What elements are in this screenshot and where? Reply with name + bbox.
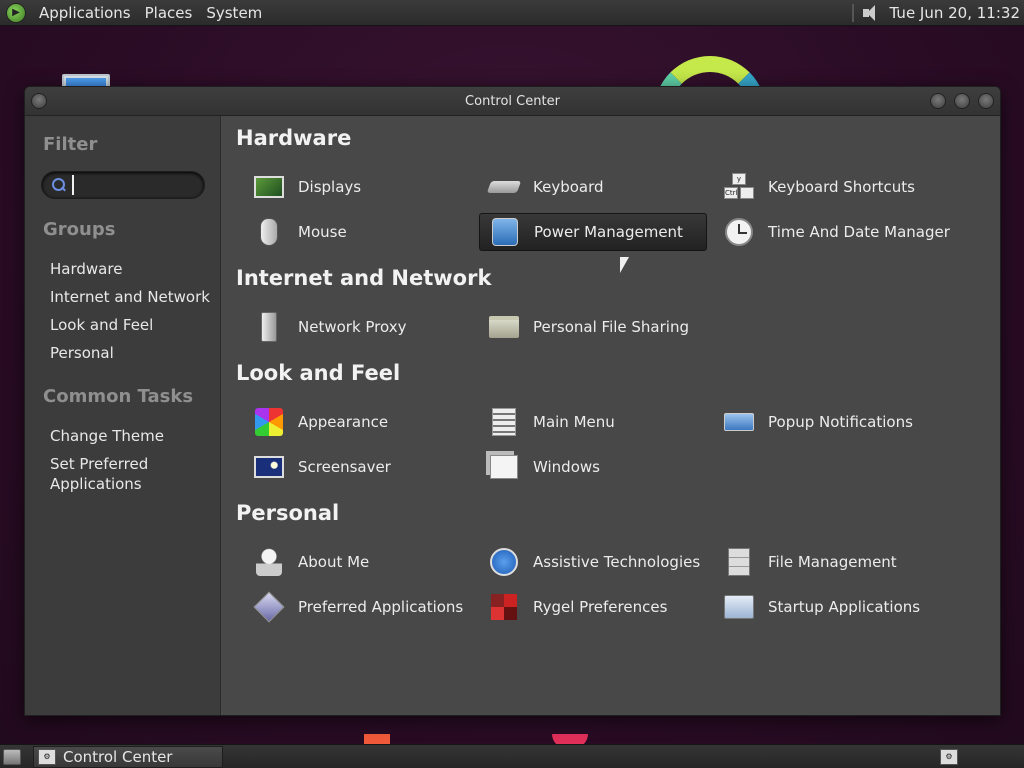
windows-icon: [487, 450, 521, 484]
item-preferred-applications[interactable]: Preferred Applications: [244, 588, 472, 626]
startup-applications-icon: [722, 590, 756, 624]
item-file-management[interactable]: File Management: [714, 543, 942, 581]
item-keyboard[interactable]: Keyboard: [479, 168, 707, 206]
mouse-icon: [252, 215, 286, 249]
groups-heading: Groups: [43, 219, 116, 240]
section-title-look-and-feel: Look and Feel: [236, 361, 401, 385]
item-label: File Management: [768, 553, 897, 571]
keyboard-icon: [486, 170, 522, 204]
item-label: Windows: [533, 458, 600, 476]
search-input[interactable]: [72, 175, 197, 195]
network-proxy-icon: [252, 310, 286, 344]
item-label: Preferred Applications: [298, 598, 464, 616]
item-label: Power Management: [534, 223, 683, 241]
power-management-icon: [488, 215, 522, 249]
section-title-personal: Personal: [236, 501, 340, 525]
group-link-look-and-feel[interactable]: Look and Feel: [50, 315, 210, 335]
window-menu-button[interactable]: [31, 93, 47, 109]
task-link-set-preferred-applications[interactable]: Set Preferred Applications: [50, 454, 210, 494]
item-rygel-preferences[interactable]: Rygel Preferences: [479, 588, 707, 626]
item-about-me[interactable]: About Me: [244, 543, 472, 581]
item-appearance[interactable]: Appearance: [244, 403, 472, 441]
appearance-icon: [252, 405, 286, 439]
common-tasks-heading: Common Tasks: [43, 386, 194, 407]
sidebar: Filter Groups Hardware Internet and Netw…: [25, 116, 221, 715]
item-label: Startup Applications: [768, 598, 921, 616]
taskbar-button-control-center[interactable]: ⚙ Control Center: [33, 745, 223, 768]
places-menu[interactable]: Places: [138, 4, 200, 22]
item-label: Mouse: [298, 223, 347, 241]
item-label: Main Menu: [533, 413, 615, 431]
search-icon: [52, 178, 66, 192]
control-center-window: Control Center Filter Groups Hardware In…: [24, 86, 1001, 716]
taskbar-button-label: Control Center: [63, 747, 173, 766]
close-button[interactable]: [978, 93, 994, 109]
main-menu-icon: [487, 405, 521, 439]
system-menu[interactable]: System: [199, 4, 269, 22]
clock-icon: [722, 215, 756, 249]
item-power-management[interactable]: Power Management: [479, 213, 707, 251]
item-popup-notifications[interactable]: Popup Notifications: [714, 403, 942, 441]
item-keyboard-shortcuts[interactable]: y Ctrl Keyboard Shortcuts: [714, 168, 942, 206]
item-label: Network Proxy: [298, 318, 407, 336]
group-link-personal[interactable]: Personal: [50, 343, 210, 363]
common-tasks-list: Change Theme Set Preferred Applications: [50, 426, 210, 502]
item-displays[interactable]: Displays: [244, 168, 472, 206]
about-me-icon: [252, 545, 286, 579]
item-label: Displays: [298, 178, 362, 196]
panel-separator: [851, 3, 854, 22]
item-label: Personal File Sharing: [533, 318, 689, 336]
file-management-icon: [722, 545, 756, 579]
main-menu-logo-icon[interactable]: ▶: [6, 2, 26, 23]
item-label: Time And Date Manager: [768, 223, 950, 241]
rygel-icon: [487, 590, 521, 624]
groups-list: Hardware Internet and Network Look and F…: [50, 259, 210, 371]
item-personal-file-sharing[interactable]: Personal File Sharing: [479, 308, 707, 346]
popup-notifications-icon: [722, 405, 756, 439]
item-screensaver[interactable]: Screensaver: [244, 448, 472, 486]
item-assistive-technologies[interactable]: Assistive Technologies: [479, 543, 707, 581]
top-panel: ▶ Applications Places System Tue Jun 20,…: [0, 0, 1024, 26]
item-label: Assistive Technologies: [533, 553, 701, 571]
item-label: Appearance: [298, 413, 389, 431]
bottom-panel: ⚙ Control Center ⚙: [0, 744, 1024, 768]
item-label: Keyboard: [533, 178, 604, 196]
minimize-button[interactable]: [930, 93, 946, 109]
section-title-internet-and-network: Internet and Network: [236, 266, 492, 290]
screensaver-icon: [252, 450, 286, 484]
group-link-internet-and-network[interactable]: Internet and Network: [50, 287, 210, 307]
item-label: Popup Notifications: [768, 413, 913, 431]
workspace-switcher-icon[interactable]: ⚙: [940, 748, 958, 765]
display-icon: [252, 170, 286, 204]
search-box[interactable]: [41, 171, 205, 199]
item-label: Rygel Preferences: [533, 598, 668, 616]
clock[interactable]: Tue Jun 20, 11:32: [890, 4, 1024, 22]
item-main-menu[interactable]: Main Menu: [479, 403, 707, 441]
maximize-button[interactable]: [954, 93, 970, 109]
item-label: About Me: [298, 553, 370, 571]
item-startup-applications[interactable]: Startup Applications: [714, 588, 942, 626]
item-label: Screensaver: [298, 458, 391, 476]
control-center-icon: ⚙: [38, 748, 56, 765]
volume-icon[interactable]: [860, 3, 880, 23]
item-mouse[interactable]: Mouse: [244, 213, 472, 251]
filter-heading: Filter: [43, 134, 98, 155]
item-windows[interactable]: Windows: [479, 448, 707, 486]
item-time-and-date-manager[interactable]: Time And Date Manager: [714, 213, 950, 251]
file-sharing-icon: [487, 310, 521, 344]
applications-menu[interactable]: Applications: [32, 4, 138, 22]
section-title-hardware: Hardware: [236, 126, 352, 150]
mouse-pointer-icon: [620, 257, 629, 273]
content-area: Hardware Displays Keyboard y Ctrl Keyboar…: [222, 116, 1000, 715]
window-titlebar[interactable]: Control Center: [25, 87, 1000, 116]
item-label: Keyboard Shortcuts: [768, 178, 915, 196]
preferred-applications-icon: [252, 590, 286, 624]
accessibility-icon: [487, 545, 521, 579]
item-network-proxy[interactable]: Network Proxy: [244, 308, 472, 346]
group-link-hardware[interactable]: Hardware: [50, 259, 210, 279]
window-title: Control Center: [465, 93, 560, 109]
keyboard-shortcuts-icon: y Ctrl: [722, 170, 756, 204]
show-desktop-icon[interactable]: [3, 748, 21, 765]
task-link-change-theme[interactable]: Change Theme: [50, 426, 210, 446]
